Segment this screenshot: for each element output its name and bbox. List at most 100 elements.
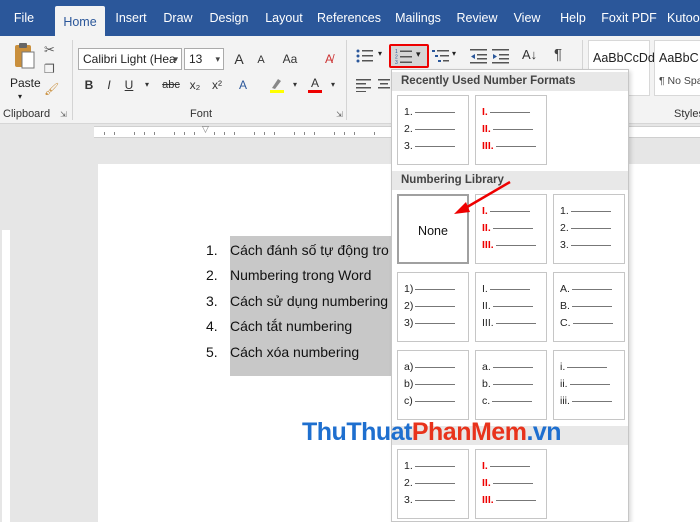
paste-icon[interactable]	[12, 42, 36, 70]
format-label: III.	[482, 494, 494, 506]
font-group-label: Font	[190, 108, 213, 120]
copy-icon[interactable]: ❐	[44, 62, 55, 76]
number-format-option[interactable]: A. B. C.	[553, 272, 625, 342]
format-label: 3.	[404, 140, 413, 152]
numbering-icon: 1 2 3	[395, 49, 412, 65]
number-format-option[interactable]: 1. 2. 3.	[553, 194, 625, 264]
tab-kutools[interactable]: Kutoo	[667, 0, 700, 36]
tab-home[interactable]: Home	[55, 6, 105, 36]
paste-dropdown-icon[interactable]: ▾	[18, 92, 22, 101]
multilevel-list-icon[interactable]	[432, 48, 450, 67]
underline-button[interactable]: U	[120, 76, 138, 94]
list-number: 1.	[206, 242, 218, 258]
chevron-down-icon[interactable]: ▾	[215, 49, 220, 69]
font-name-value: Calibri Light (Hea	[83, 52, 176, 66]
chevron-down-icon[interactable]: ▾	[452, 49, 456, 58]
format-label: B.	[560, 300, 570, 312]
list-item[interactable]: 4. Cách tắt numbering	[206, 314, 352, 338]
cut-icon[interactable]: ✂	[44, 42, 55, 58]
ruler-track	[2, 230, 10, 522]
format-label: 1.	[404, 106, 413, 118]
tab-references[interactable]: References	[316, 0, 382, 36]
superscript-button[interactable]: x²	[208, 76, 226, 94]
number-format-option[interactable]: 1. 2. 3.	[397, 95, 469, 165]
vertical-ruler[interactable]	[0, 140, 12, 522]
number-format-option[interactable]: a) b) c)	[397, 350, 469, 420]
styles-group-label: Styles	[674, 108, 700, 120]
tab-layout[interactable]: Layout	[261, 0, 307, 36]
list-text: Cách tắt numbering	[230, 318, 353, 334]
font-size-value: 13	[189, 52, 203, 66]
text-effects-icon[interactable]: A	[234, 76, 252, 94]
paste-label[interactable]: Paste	[10, 76, 41, 90]
chevron-down-icon[interactable]: ▾	[173, 49, 178, 69]
ribbon-separator	[346, 40, 347, 120]
clear-formatting-icon[interactable]: A̸	[320, 50, 338, 68]
list-text: Cách đánh số tự động tro	[230, 242, 389, 258]
tab-mailings[interactable]: Mailings	[390, 0, 446, 36]
tab-file[interactable]: File	[4, 0, 44, 36]
number-format-option[interactable]: a. b. c.	[475, 350, 547, 420]
tab-insert[interactable]: Insert	[110, 0, 152, 36]
chevron-down-icon[interactable]: ▾	[138, 76, 156, 94]
watermark-logo: ThuThuatPhanMem.vn	[302, 418, 562, 447]
highlight-icon[interactable]	[268, 76, 286, 94]
increase-indent-icon[interactable]	[492, 48, 510, 67]
format-label: 1.	[404, 460, 413, 472]
number-format-option[interactable]: 1. 2. 3.	[397, 449, 469, 519]
tab-help[interactable]: Help	[555, 0, 591, 36]
format-label: 1.	[560, 205, 569, 217]
style-preview: AaBbCcDd	[593, 51, 655, 65]
bullets-icon[interactable]	[356, 48, 374, 67]
tab-foxit-pdf[interactable]: Foxit PDF	[598, 0, 660, 36]
list-item[interactable]: 5. Cách xóa numbering	[206, 340, 359, 364]
red-arrow-icon	[454, 180, 511, 214]
list-item[interactable]: 2. Numbering trong Word	[206, 263, 371, 287]
tab-view[interactable]: View	[508, 0, 546, 36]
format-label: I.	[482, 106, 488, 118]
format-label: b)	[404, 378, 414, 390]
chevron-down-icon[interactable]: ▾	[378, 49, 382, 58]
format-label: b.	[482, 378, 491, 390]
tab-draw[interactable]: Draw	[159, 0, 197, 36]
list-number: 5.	[206, 344, 218, 360]
shrink-font-button[interactable]: A	[252, 51, 270, 69]
indent-marker-icon[interactable]: ▽	[202, 124, 209, 135]
font-color-button[interactable]: A	[306, 74, 324, 93]
number-format-option[interactable]: I. II. III.	[475, 272, 547, 342]
strikethrough-button[interactable]: abc	[158, 76, 184, 94]
bold-button[interactable]: B	[80, 76, 98, 94]
tab-review[interactable]: Review	[454, 0, 500, 36]
format-label: II.	[482, 477, 491, 489]
chevron-down-icon[interactable]: ▾	[324, 76, 342, 94]
number-format-option[interactable]: I. II. III.	[475, 449, 547, 519]
list-item[interactable]: 1. Cách đánh số tự động tro	[206, 238, 389, 262]
align-center-icon[interactable]	[378, 78, 390, 95]
chevron-down-icon[interactable]: ▾	[286, 76, 304, 94]
decrease-indent-icon[interactable]	[470, 48, 488, 67]
numbering-button[interactable]: 1 2 3 ▾	[389, 44, 429, 68]
italic-button[interactable]: I	[100, 76, 118, 94]
clipboard-launcher-icon[interactable]: ⇲	[60, 110, 67, 119]
font-launcher-icon[interactable]: ⇲	[336, 110, 343, 119]
subscript-button[interactable]: x₂	[186, 76, 204, 94]
align-left-icon[interactable]	[356, 78, 372, 95]
number-format-option[interactable]: I. II. III.	[475, 95, 547, 165]
show-formatting-icon[interactable]: ¶	[554, 46, 562, 63]
clipboard-group-label: Clipboard	[3, 108, 51, 120]
font-name-box[interactable]: Calibri Light (Hea ▾	[78, 48, 182, 70]
chevron-down-icon[interactable]: ▾	[416, 49, 421, 60]
number-format-option[interactable]: 1) 2) 3)	[397, 272, 469, 342]
format-label: 2)	[404, 300, 414, 312]
sort-icon[interactable]: A↓	[522, 47, 537, 62]
style-no-spacing[interactable]: AaBbC ¶ No Spac	[654, 40, 700, 96]
grow-font-button[interactable]: A	[230, 50, 248, 68]
list-text: Numbering trong Word	[230, 267, 372, 283]
list-item[interactable]: 3. Cách sử dụng numbering	[206, 289, 388, 313]
font-size-box[interactable]: 13 ▾	[184, 48, 224, 70]
change-case-button[interactable]: Aa	[278, 50, 302, 68]
list-number: 2.	[206, 267, 218, 283]
format-painter-icon[interactable]: 🖌	[44, 82, 59, 96]
tab-design[interactable]: Design	[205, 0, 253, 36]
number-format-option[interactable]: i. ii. iii.	[553, 350, 625, 420]
